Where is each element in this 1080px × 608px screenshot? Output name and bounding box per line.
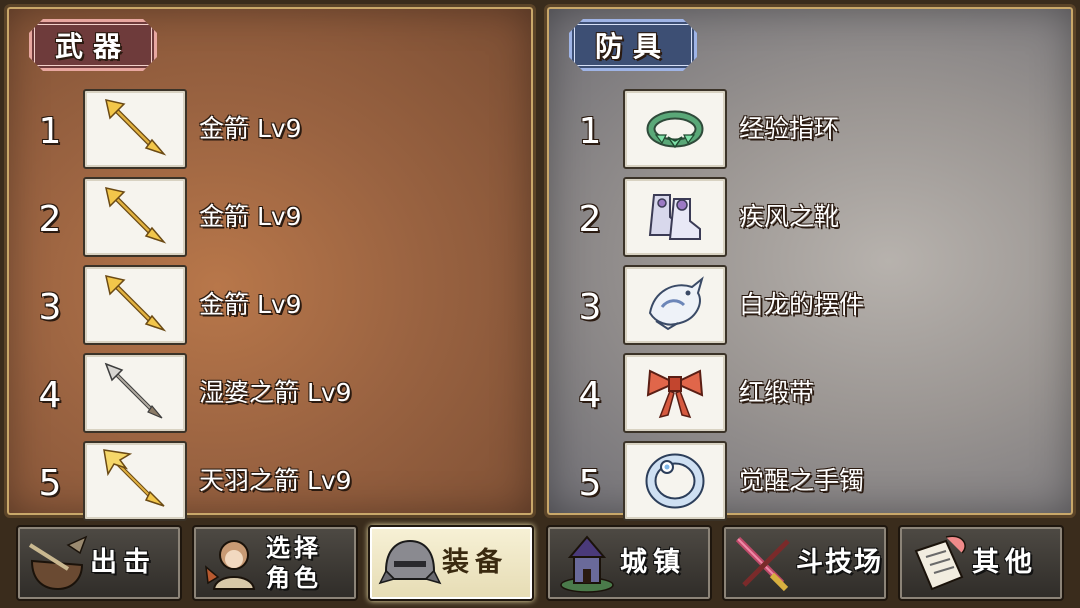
arena-button[interactable]: 斗技场 [722, 525, 888, 601]
armor-slot-row[interactable]: 1 经验指环 [547, 87, 1073, 171]
armor-slot-row[interactable]: 4 红缎带 [547, 351, 1073, 435]
select-label-line1: 选择 [266, 534, 322, 562]
slot-number: 4 [38, 375, 62, 416]
gold-arrow-icon [105, 187, 167, 244]
arena-label: 斗技场 [796, 547, 883, 578]
item-slot[interactable] [83, 89, 187, 169]
armor-section-title: 防具 [569, 19, 697, 71]
armor-slot-row[interactable]: 5 觉醒之手镯 [547, 439, 1073, 523]
slot-number: 2 [38, 199, 62, 240]
town-icon [560, 535, 614, 593]
slot-number: 1 [578, 111, 602, 152]
other-button[interactable]: 其他 [898, 525, 1064, 601]
item-name: 疾风之靴 [739, 202, 840, 231]
item-name: 经验指环 [739, 114, 840, 143]
item-name: 觉醒之手镯 [739, 466, 865, 495]
item-slot[interactable] [83, 265, 187, 345]
equip-label: 装备 [442, 547, 508, 578]
slot-number: 5 [578, 463, 602, 504]
item-slot[interactable] [623, 265, 727, 345]
awakening-bracelet-icon [645, 453, 705, 509]
item-name: 白龙的摆件 [739, 290, 865, 319]
weapon-section-title: 武器 [29, 19, 157, 71]
town-button[interactable]: 城镇 [546, 525, 712, 601]
wind-boots-icon [648, 194, 701, 240]
weapon-slot-row[interactable]: 4 湿婆之箭 Lv9 [7, 351, 533, 435]
slot-number: 3 [578, 287, 602, 328]
slot-number: 5 [38, 463, 62, 504]
item-name: 湿婆之箭 Lv9 [199, 378, 352, 407]
weapon-slot-row[interactable]: 2 金箭 Lv9 [7, 175, 533, 259]
helmet-icon [378, 539, 442, 585]
shiva-arrow-icon [104, 362, 163, 419]
crossed-swords-icon [735, 536, 790, 592]
white-dragon-ornament-icon [648, 276, 704, 331]
select-label-line2: 角色 [266, 564, 322, 592]
item-name: 金箭 Lv9 [199, 202, 302, 231]
equip-button[interactable]: 装备 [368, 525, 534, 601]
select-character-label: 选择 角色 [266, 533, 322, 593]
item-slot[interactable] [623, 89, 727, 169]
other-label: 其他 [972, 547, 1038, 578]
bottom-nav: 出击 选择 角色 装备 城镇 斗技场 其他 [0, 522, 1080, 608]
weapon-panel: 武器 1 金箭 Lv9 2 金箭 Lv9 3 金箭 Lv9 4 湿婆之箭 Lv9… [4, 4, 536, 521]
slot-number: 3 [38, 287, 62, 328]
weapon-slot-row[interactable]: 3 金箭 Lv9 [7, 263, 533, 347]
gold-arrow-icon [105, 99, 167, 156]
slot-number: 2 [578, 199, 602, 240]
item-name: 金箭 Lv9 [199, 290, 302, 319]
armor-slot-row[interactable]: 3 白龙的摆件 [547, 263, 1073, 347]
weapon-slot-row[interactable]: 1 金箭 Lv9 [7, 87, 533, 171]
select-character-button[interactable]: 选择 角色 [192, 525, 358, 601]
item-slot[interactable] [623, 441, 727, 521]
scroll-icon [914, 535, 966, 591]
exp-ring-icon [646, 110, 704, 149]
town-label: 城镇 [620, 547, 686, 578]
sortie-label: 出击 [90, 547, 156, 578]
item-slot[interactable] [623, 353, 727, 433]
item-name: 天羽之箭 Lv9 [199, 466, 352, 495]
red-ribbon-icon [646, 369, 704, 419]
weapon-slot-row[interactable]: 5 天羽之箭 Lv9 [7, 439, 533, 523]
armor-panel: 防具 1 经验指环 2 疾风之靴 3 白龙的摆件 4 红缎带 5 觉醒之手镯 [544, 4, 1076, 521]
slot-number: 4 [578, 375, 602, 416]
item-slot[interactable] [83, 177, 187, 257]
item-name: 金箭 Lv9 [199, 114, 302, 143]
armor-slot-row[interactable]: 2 疾风之靴 [547, 175, 1073, 259]
gold-arrow-icon [105, 275, 167, 332]
slot-number: 1 [38, 111, 62, 152]
item-name: 红缎带 [739, 378, 815, 407]
sortie-button[interactable]: 出击 [16, 525, 182, 601]
item-slot[interactable] [83, 441, 187, 521]
item-slot[interactable] [83, 353, 187, 433]
sortie-icon [28, 535, 88, 591]
item-slot[interactable] [623, 177, 727, 257]
feather-arrow-icon [103, 449, 165, 507]
character-icon [205, 540, 256, 590]
